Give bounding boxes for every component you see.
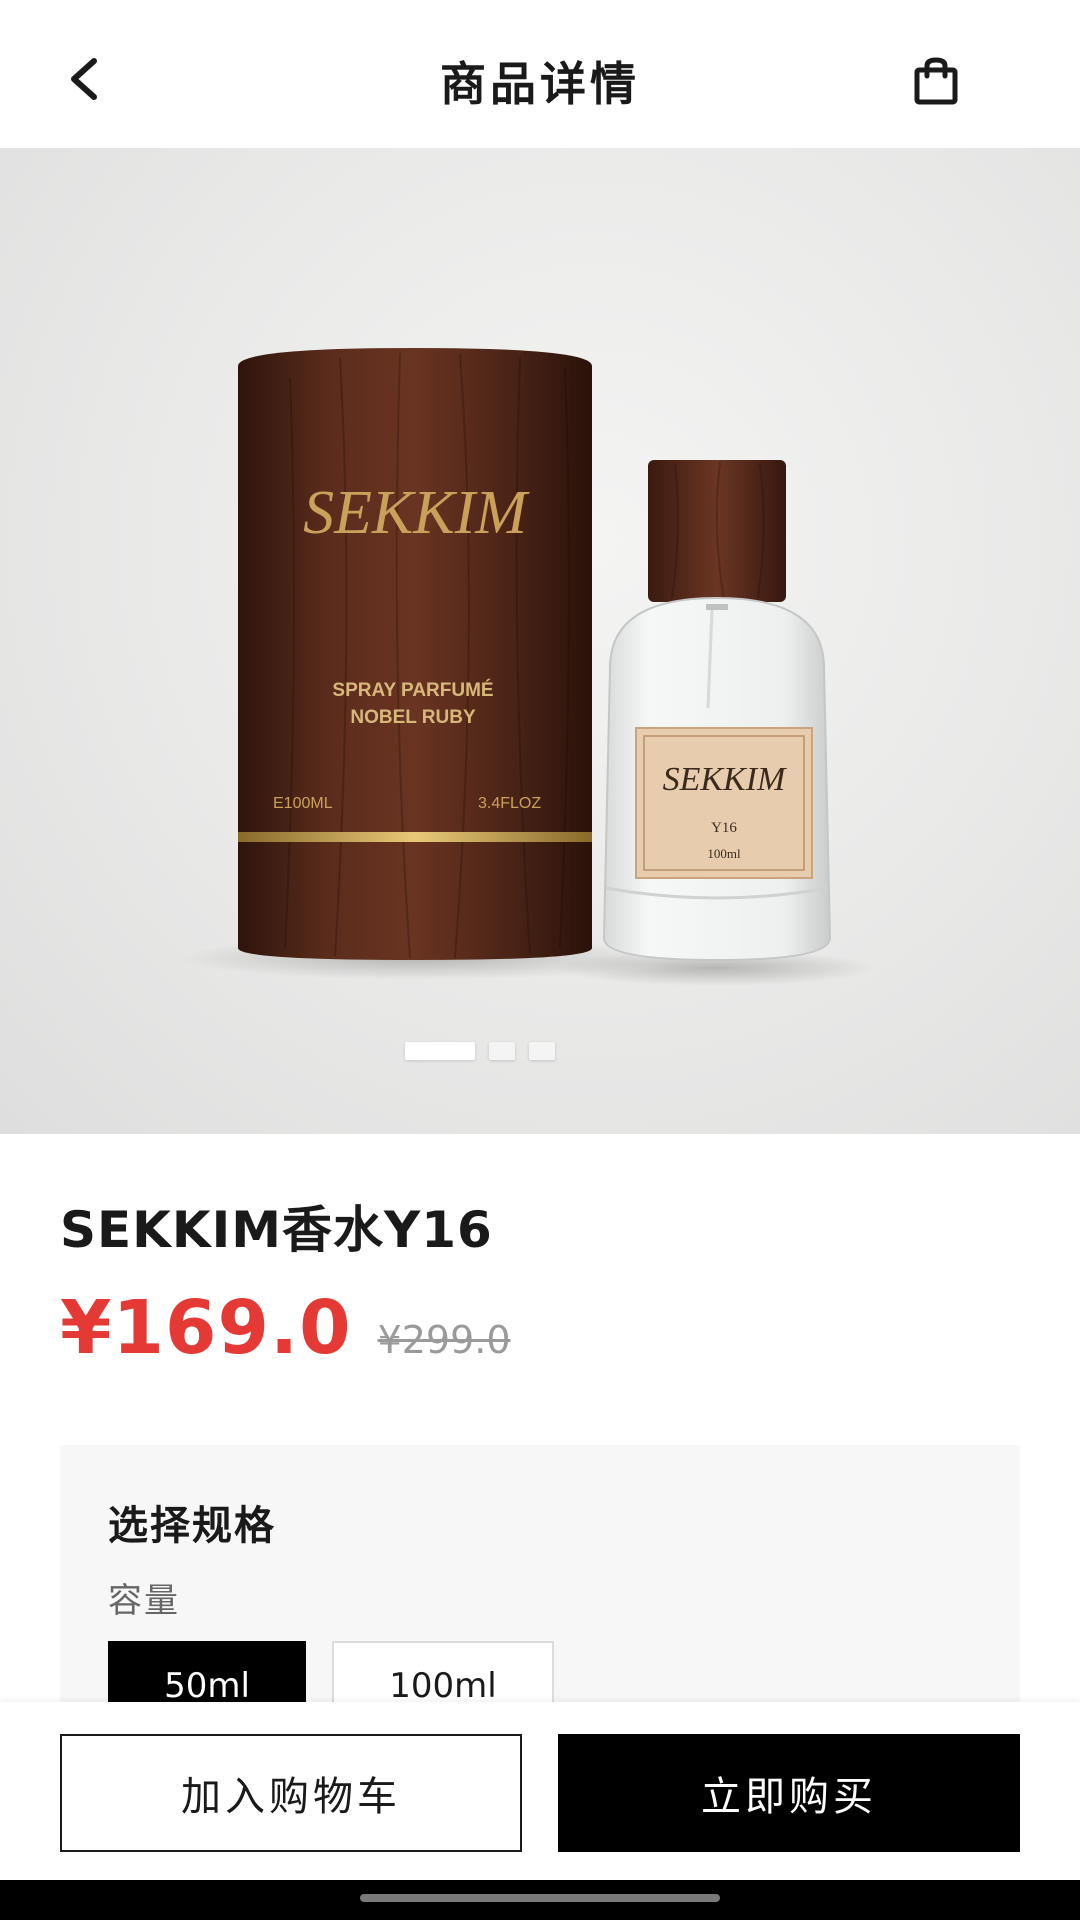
carousel-dot-active[interactable] bbox=[405, 1042, 475, 1060]
product-name: SEKKIM香水Y16 bbox=[60, 1201, 493, 1259]
capacity-label: 容量 bbox=[108, 1581, 180, 1621]
home-indicator[interactable] bbox=[360, 1894, 720, 1902]
spec-panel: 选择规格 容量 50ml 100ml bbox=[60, 1445, 1020, 1731]
original-price: ¥299.0 bbox=[377, 1318, 511, 1362]
perfume-illustration: SEKKIM SPRAY PARFUMÉ NOBEL RUBY E100ML 3… bbox=[180, 348, 875, 986]
box-volume-left-text: E100ML bbox=[273, 795, 333, 812]
carousel-dot[interactable] bbox=[529, 1042, 555, 1060]
cart-button[interactable] bbox=[908, 50, 964, 112]
add-to-cart-button[interactable]: 加入购物车 bbox=[60, 1734, 522, 1852]
label-brand-text: SEKKIM bbox=[663, 761, 787, 798]
top-header: 商品详情 bbox=[0, 0, 1080, 148]
system-nav-bar bbox=[0, 1880, 1080, 1920]
box-brand-text: SEKKIM bbox=[303, 479, 530, 547]
carousel-dot[interactable] bbox=[489, 1042, 515, 1060]
box-volume-right-text: 3.4FLOZ bbox=[478, 795, 541, 812]
carousel-indicator bbox=[0, 1042, 1080, 1060]
current-price: ¥169.0 bbox=[60, 1285, 352, 1371]
price-row: ¥169.0 ¥299.0 bbox=[60, 1285, 511, 1371]
buy-now-button[interactable]: 立即购买 bbox=[558, 1734, 1020, 1852]
label-code-text: Y16 bbox=[711, 820, 737, 836]
product-image[interactable]: SEKKIM SPRAY PARFUMÉ NOBEL RUBY E100ML 3… bbox=[0, 148, 1080, 1134]
spec-title: 选择规格 bbox=[108, 1503, 276, 1549]
shopping-bag-icon bbox=[914, 57, 958, 105]
bottom-action-bar: 加入购物车 立即购买 bbox=[0, 1702, 1080, 1880]
label-volume-text: 100ml bbox=[707, 846, 741, 861]
box-line2-text: NOBEL RUBY bbox=[350, 707, 476, 728]
box-line1-text: SPRAY PARFUMÉ bbox=[332, 679, 493, 701]
